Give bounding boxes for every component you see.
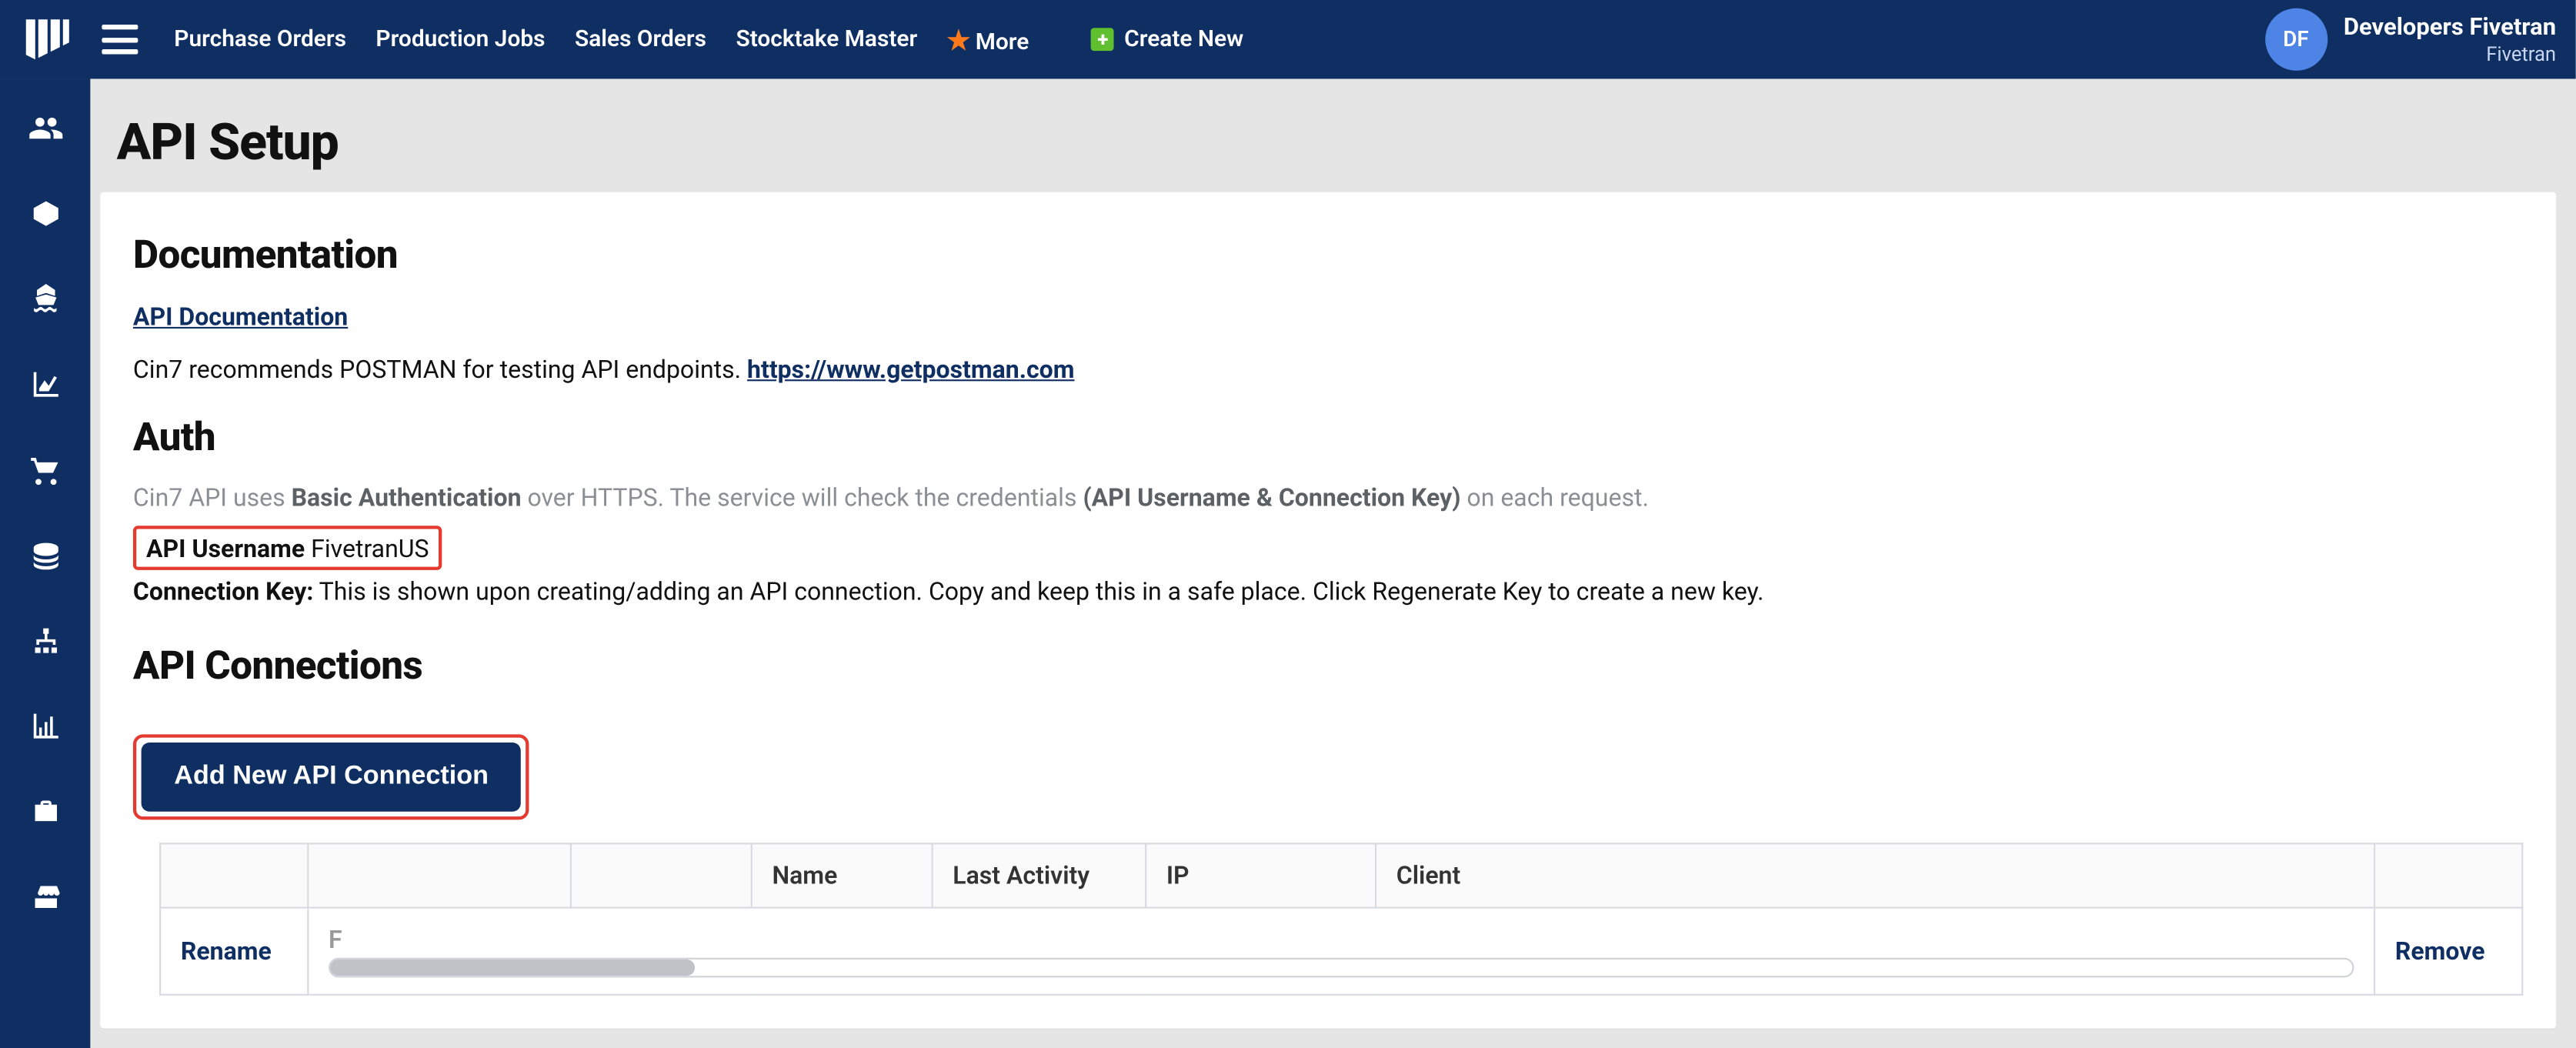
sidebar-sitemap-icon[interactable]	[25, 621, 65, 660]
col-name: Name	[752, 843, 933, 907]
sidebar-bar-chart-icon[interactable]	[25, 706, 65, 746]
postman-link[interactable]: https://www.getpostman.com	[747, 355, 1074, 384]
nav-more[interactable]: ★More	[947, 24, 1029, 55]
auth-b1: Basic Authentication	[292, 483, 522, 512]
auth-b2: (API Username & Connection Key)	[1083, 483, 1460, 512]
sidebar-coins-icon[interactable]	[25, 536, 65, 575]
sidebar-cart-icon[interactable]	[25, 450, 65, 489]
star-icon: ★	[947, 24, 971, 55]
content-area: API Setup Documentation API Documentatio…	[90, 78, 2575, 1048]
sidebar-ship-icon[interactable]	[25, 279, 65, 319]
auth-description: Cin7 API uses Basic Authentication over …	[133, 483, 2523, 512]
api-username-highlight: API Username FivetranUS	[133, 526, 442, 570]
user-menu[interactable]: DF Developers Fivetran Fivetran	[2264, 8, 2556, 71]
add-api-connection-button[interactable]: Add New API Connection	[142, 743, 522, 812]
col-empty-2	[308, 843, 571, 907]
postman-recommendation: Cin7 recommends POSTMAN for testing API …	[133, 355, 2523, 384]
connection-key-label: Connection Key:	[133, 576, 313, 606]
add-api-connection-highlight: Add New API Connection	[133, 734, 529, 819]
auth-t2: over HTTPS. The service will check the c…	[522, 483, 1083, 512]
col-last-activity: Last Activity	[933, 843, 1146, 907]
api-documentation-link[interactable]: API Documentation	[133, 302, 348, 332]
section-auth-heading: Auth	[133, 414, 2523, 460]
col-empty-8	[2374, 843, 2522, 907]
user-name: Developers Fivetran	[2344, 13, 2556, 42]
sidebar-users-icon[interactable]	[25, 108, 65, 148]
auth-t3: on each request.	[1460, 483, 1648, 512]
sidebar-chart-area-icon[interactable]	[25, 365, 65, 404]
nav-create-new[interactable]: + Create New	[1091, 26, 1243, 52]
col-ip: IP	[1146, 843, 1376, 907]
api-connections-table: Name Last Activity IP Client Rename F	[159, 843, 2523, 996]
nav-stocktake-master[interactable]: Stocktake Master	[736, 26, 917, 52]
user-subtext: Fivetran	[2344, 42, 2556, 65]
sidebar-briefcase-icon[interactable]	[25, 792, 65, 831]
avatar: DF	[2264, 8, 2327, 71]
postman-text: Cin7 recommends POSTMAN for testing API …	[133, 355, 747, 384]
sidebar-store-icon[interactable]	[25, 877, 65, 916]
menu-toggle-icon[interactable]	[102, 25, 138, 54]
plus-icon: +	[1091, 28, 1114, 51]
nav-create-new-label: Create New	[1124, 26, 1243, 52]
page-title: API Setup	[117, 112, 2556, 172]
nav-sales-orders[interactable]: Sales Orders	[575, 26, 706, 52]
horizontal-scrollbar[interactable]	[329, 958, 2354, 978]
app-logo[interactable]	[20, 13, 72, 65]
api-username-value: FivetranUS	[311, 534, 429, 563]
col-empty-1	[160, 843, 308, 907]
table-row: Rename F Remove	[160, 908, 2522, 995]
remove-link[interactable]: Remove	[2395, 936, 2485, 966]
api-username-label: API Username	[146, 534, 305, 563]
col-client: Client	[1376, 843, 2374, 907]
sidebar	[0, 78, 90, 1048]
section-api-connections-heading: API Connections	[133, 642, 2523, 689]
table-header-row: Name Last Activity IP Client	[160, 843, 2522, 907]
sidebar-box-icon[interactable]	[25, 194, 65, 233]
nav-production-jobs[interactable]: Production Jobs	[375, 26, 545, 52]
connection-key-text: This is shown upon creating/adding an AP…	[313, 576, 1763, 606]
auth-t1: Cin7 API uses	[133, 483, 292, 512]
main-card: Documentation API Documentation Cin7 rec…	[100, 192, 2556, 1029]
nav-purchase-orders[interactable]: Purchase Orders	[174, 26, 346, 52]
row-hint: F	[329, 925, 342, 954]
rename-link[interactable]: Rename	[181, 936, 272, 966]
section-documentation-heading: Documentation	[133, 232, 2523, 278]
topbar: Purchase Orders Production Jobs Sales Or…	[0, 0, 2576, 78]
col-empty-3	[571, 843, 752, 907]
nav-more-label: More	[976, 28, 1029, 55]
